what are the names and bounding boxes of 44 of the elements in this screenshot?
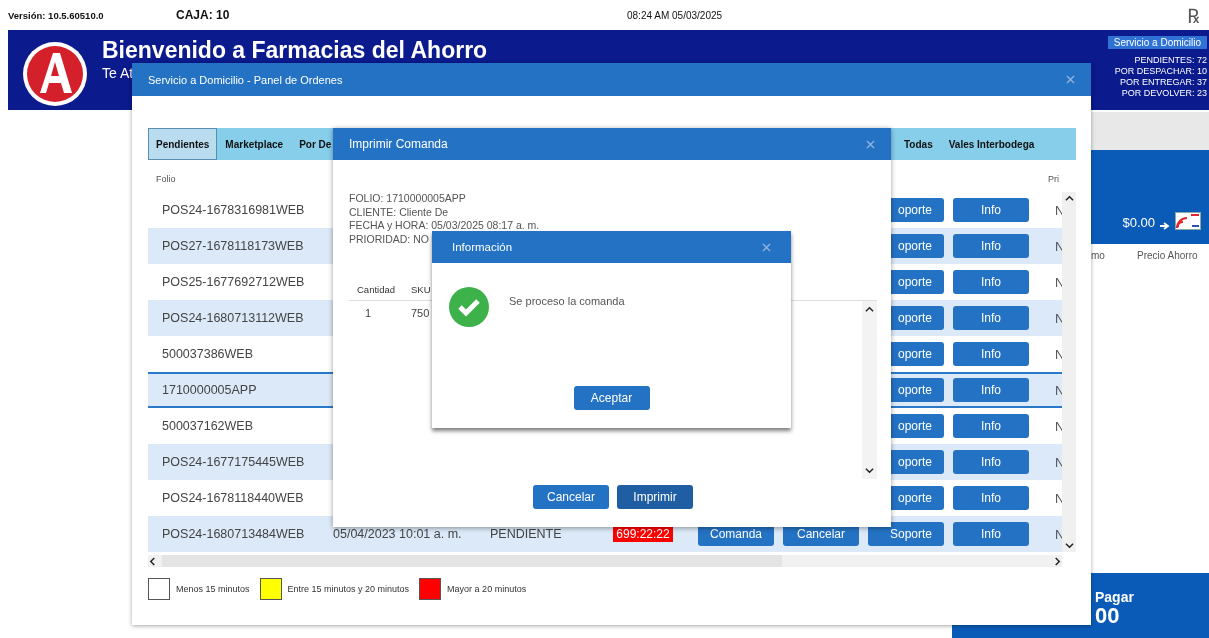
folio-cell-text: 1710000005APP <box>161 383 258 397</box>
counter-label: POR DESPACHAR: 10 <box>1114 66 1207 77</box>
detail-line: PRIORIDAD: NO <box>349 232 430 246</box>
column-header: SKU <box>411 283 431 295</box>
folio-cell-text: POS24-1680713112WEB <box>161 311 305 325</box>
column-header: Pri <box>1047 173 1060 184</box>
detail-line: CLIENTE: Cliente De <box>349 205 450 219</box>
rx-symbol: ℞ <box>1187 3 1200 29</box>
welcome-title: Bienvenido a Farmacias del Ahorro <box>102 37 488 64</box>
counter-label: POR ENTREGAR: 37 <box>1119 77 1207 88</box>
detail-line: FOLIO: 1710000005APP <box>349 192 467 206</box>
legend-label: Entre 15 minutos y 20 minutos <box>287 584 410 594</box>
total-amount: $0.00 <box>1122 215 1155 230</box>
register-label: CAJA: 10 <box>176 8 231 22</box>
welcome-subtitle: Te At <box>102 65 134 81</box>
legend-label: Mayor a 20 minutos <box>447 584 527 594</box>
legend-label: Menos 15 minutos <box>176 584 250 594</box>
folio-cell-text: POS24-1678316981WEB <box>161 203 306 217</box>
folio-cell-text: 500037162WEB <box>161 419 255 433</box>
counter-label: PENDIENTES: 72 <box>1134 55 1207 66</box>
column-header: Folio <box>155 173 177 184</box>
folio-cell-text: POS24-1680713484WEB <box>161 527 306 541</box>
date-cell-text: 05/04/2023 10:01 a. m. <box>333 527 463 541</box>
table-cell-text: 1 <box>364 307 373 319</box>
column-header: Precio Ahorro <box>1137 250 1198 261</box>
folio-cell-text: POS27-1678118173WEB <box>161 239 305 253</box>
dialog-title: Imprimir Comanda <box>349 137 448 151</box>
table-cell: 750 <box>411 307 430 319</box>
dialog-title: Servicio a Domicilio - Panel de Ordenes <box>148 73 343 86</box>
dialog-title: Información <box>452 241 513 253</box>
service-badge: Servicio a Domicilio <box>1107 36 1207 49</box>
date-time: 08:24 AM 05/03/2025 <box>627 9 724 21</box>
version-label: Versión: 10.5.60510.0 <box>7 9 105 21</box>
counter-label: POR DEVOLVER: 23 <box>1121 88 1207 99</box>
column-header: mo <box>1091 250 1106 261</box>
folio-cell-text: POS24-1677175445WEB <box>161 455 306 469</box>
folio-cell-text: POS24-1678118440WEB <box>161 491 305 505</box>
folio-cell-text: 500037386WEB <box>161 347 255 361</box>
folio-cell-text: POS25-1677692712WEB <box>161 275 306 289</box>
column-header: Cantidad <box>356 283 397 295</box>
message-text: Se proceso la comanda <box>509 295 625 307</box>
status-cell-text: PENDIENTE <box>490 527 563 541</box>
detail-line: FECHA y HORA: 05/03/2025 08:17 a. m. <box>349 219 541 233</box>
pay-label: Pagar <box>1095 589 1135 605</box>
